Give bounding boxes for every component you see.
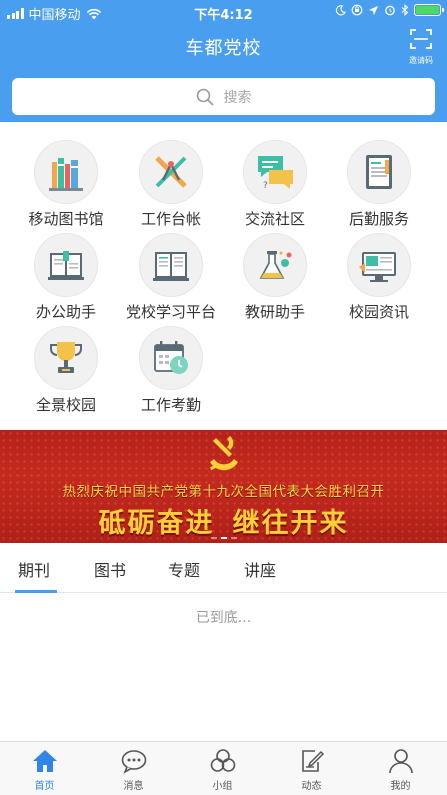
- search-bar[interactable]: 搜索: [12, 78, 435, 115]
- promo-banner[interactable]: 热烈庆祝中国共产党第十九次全国代表大会胜利召开 砥砺奋进 继往开来: [0, 430, 447, 543]
- grid-item-research-assistant[interactable]: 教研助手: [223, 233, 327, 322]
- nav-label: 消息: [123, 781, 144, 792]
- list-end-text: 已到底...: [195, 610, 252, 626]
- banner-page-indicator: [0, 537, 447, 539]
- tab-topics[interactable]: 专题: [168, 557, 200, 581]
- invite-code-button[interactable]: 邀请码: [403, 28, 439, 66]
- scan-icon: [410, 29, 432, 49]
- grid-item-office-assistant[interactable]: 办公助手: [14, 233, 118, 322]
- nav-item-home[interactable]: 首页: [0, 746, 89, 792]
- bookshelf-icon: [34, 140, 98, 204]
- group-circles-icon: [210, 749, 235, 772]
- search-icon: [196, 88, 213, 105]
- moon-icon: [335, 4, 346, 15]
- grid-item-attendance[interactable]: 工作考勤: [119, 326, 223, 415]
- party-emblem-icon: [209, 436, 238, 471]
- lock-rotation-icon: [351, 4, 363, 16]
- grid-item-label: 工作台帐: [140, 210, 201, 228]
- edit-note-icon: [301, 750, 324, 772]
- grid-item-label: 党校学习平台: [125, 303, 216, 321]
- alarm-icon: [385, 5, 395, 16]
- invite-code-label: 邀请码: [409, 56, 433, 65]
- nav-label: 动态: [301, 781, 322, 792]
- user-icon: [388, 749, 413, 774]
- grid-item-campus-news[interactable]: 校园资讯: [327, 233, 431, 322]
- grid-item-community[interactable]: ? 交流社区: [223, 140, 327, 229]
- chat-bubbles-icon: ?: [243, 140, 307, 204]
- battery-icon: [414, 4, 444, 16]
- document-list-icon: [347, 140, 411, 204]
- grid-item-label: 校园资讯: [348, 303, 409, 321]
- grid-item-label: 工作考勤: [140, 396, 201, 414]
- active-tab-indicator: [15, 590, 57, 593]
- nav-label: 首页: [34, 781, 55, 792]
- lab-flask-icon: [243, 233, 307, 297]
- content-tabs: 期刊 图书 专题 讲座: [0, 543, 447, 593]
- grid-item-label: 移动图书馆: [28, 210, 104, 228]
- grid-item-mobile-library[interactable]: 移动图书馆: [14, 140, 118, 229]
- tab-journals[interactable]: 期刊: [18, 557, 50, 581]
- grid-item-logistics[interactable]: 后勤服务: [327, 140, 431, 229]
- grid-item-label: 交流社区: [244, 210, 305, 228]
- nav-item-messages[interactable]: 消息: [89, 746, 178, 792]
- location-arrow-icon: [368, 5, 379, 15]
- nav-label: 小组: [212, 781, 233, 792]
- nav-label: 我的: [390, 781, 411, 792]
- open-book-icon: [34, 233, 98, 297]
- grid-item-panorama-campus[interactable]: 全景校园: [14, 326, 118, 415]
- tab-lectures[interactable]: 讲座: [244, 557, 276, 581]
- book-text-icon: [139, 233, 203, 297]
- nav-item-profile[interactable]: 我的: [356, 746, 445, 792]
- grid-item-study-platform[interactable]: 党校学习平台: [119, 233, 223, 322]
- calendar-clock-icon: [139, 326, 203, 390]
- grid-item-work-ledger[interactable]: 工作台帐: [119, 140, 223, 229]
- banner-slogan-part1: 砥砺奋进: [98, 508, 215, 539]
- home-icon: [32, 750, 57, 772]
- grid-item-label: 全景校园: [35, 396, 96, 414]
- drafting-tools-icon: [139, 140, 203, 204]
- banner-slogan: 砥砺奋进 继往开来: [0, 501, 447, 540]
- banner-slogan-part2: 继往开来: [232, 508, 349, 539]
- app-header: 中国移动 下午4:12 车都党校 邀请码 搜索: [0, 0, 447, 122]
- svg-text:?: ?: [263, 181, 268, 191]
- grid-item-label: 后勤服务: [348, 210, 409, 228]
- status-bar: 中国移动 下午4:12: [0, 0, 447, 24]
- page-title: 车都党校: [185, 38, 262, 59]
- banner-headline: 热烈庆祝中国共产党第十九次全国代表大会胜利召开: [62, 484, 385, 500]
- grid-item-label: 教研助手: [244, 303, 305, 321]
- trophy-icon: [34, 326, 98, 390]
- nav-item-activity[interactable]: 动态: [267, 746, 356, 792]
- bluetooth-icon: [401, 4, 409, 16]
- bottom-nav: 首页 消息 小组 动态 我的: [0, 741, 447, 795]
- grid-item-label: 办公助手: [35, 303, 96, 321]
- tab-books[interactable]: 图书: [94, 557, 126, 581]
- news-monitor-icon: [347, 233, 411, 297]
- nav-item-groups[interactable]: 小组: [178, 746, 267, 792]
- search-placeholder: 搜索: [223, 89, 252, 106]
- message-bubble-icon: [121, 750, 146, 774]
